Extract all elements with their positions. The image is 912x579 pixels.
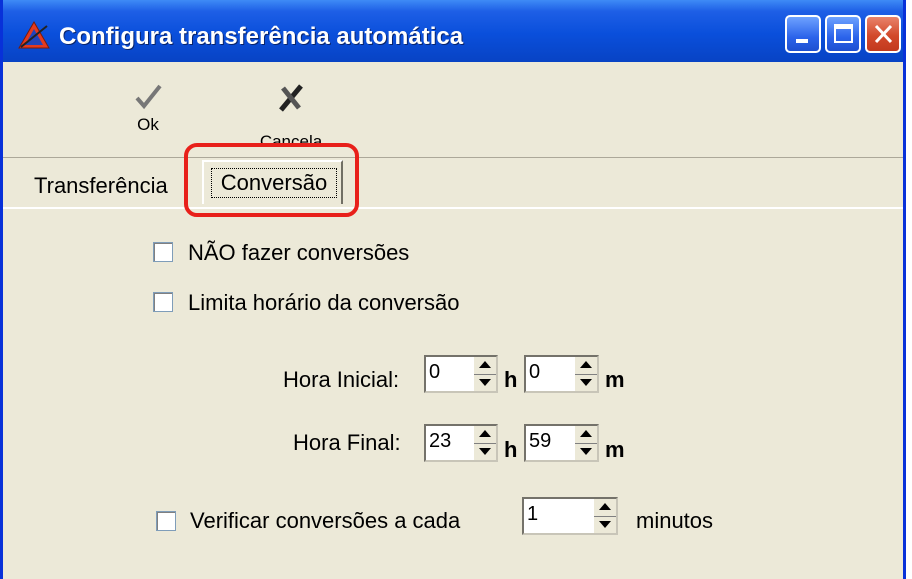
end-minute-spin-buttons[interactable] — [574, 426, 597, 460]
maximize-icon — [834, 24, 853, 43]
start-hour-unit: h — [504, 367, 518, 392]
close-icon — [874, 24, 893, 44]
start-minute-value: 0 — [529, 361, 541, 383]
minimize-button[interactable] — [785, 15, 821, 53]
arrow-up-icon — [479, 361, 491, 368]
no-conversions-label: NÃO fazer conversões — [188, 240, 410, 265]
cancel-x-icon — [279, 84, 303, 112]
start-hour-label: Hora Inicial: — [283, 367, 400, 392]
cancel-button[interactable]: Cancela — [246, 82, 336, 150]
start-hour-spinner[interactable]: 0 — [424, 355, 498, 393]
start-hour-value: 0 — [429, 361, 441, 383]
arrow-down-icon — [599, 521, 611, 528]
arrow-down-icon — [580, 448, 592, 455]
end-hour-unit: h — [504, 437, 518, 462]
title-bar[interactable]: Configura transferência automática — [3, 0, 903, 62]
ok-button[interactable]: Ok — [123, 82, 173, 135]
tab-transferencia[interactable]: Transferência — [34, 173, 168, 199]
dialog-window: Configura transferência automática Ok Ca… — [0, 0, 906, 579]
limit-schedule-label: Limita horário da conversão — [188, 290, 460, 315]
maximize-button[interactable] — [825, 15, 861, 53]
verify-label: Verificar conversões a cada — [190, 508, 461, 533]
arrow-up-icon — [580, 361, 592, 368]
verify-interval-value: 1 — [527, 503, 539, 525]
limit-schedule-checkbox[interactable] — [153, 292, 173, 312]
highlight-annotation — [184, 143, 359, 217]
end-minute-value: 59 — [529, 430, 552, 452]
end-hour-spinner[interactable]: 23 — [424, 424, 498, 462]
verify-unit-label: minutos — [636, 508, 714, 533]
start-minute-unit: m — [605, 367, 625, 392]
arrow-up-icon — [580, 430, 592, 437]
end-hour-value: 23 — [429, 430, 452, 452]
verify-checkbox[interactable] — [156, 511, 176, 531]
toolbar: Ok Cancela — [3, 62, 903, 158]
end-minute-spinner[interactable]: 59 — [524, 424, 599, 462]
no-conversions-checkbox[interactable] — [153, 242, 173, 262]
tab-strip: Transferência Conversão — [3, 157, 903, 209]
ok-label: Ok — [137, 115, 159, 134]
checkmark-icon — [135, 84, 162, 110]
start-minute-spinner[interactable]: 0 — [524, 355, 599, 393]
arrow-down-icon — [479, 448, 491, 455]
arrow-down-icon — [580, 379, 592, 386]
end-hour-label: Hora Final: — [293, 430, 401, 455]
arrow-down-icon — [479, 379, 491, 386]
arrow-up-icon — [599, 503, 611, 510]
verify-interval-spin-buttons[interactable] — [593, 499, 616, 533]
verify-interval-spinner[interactable]: 1 — [522, 497, 618, 535]
close-button[interactable] — [865, 15, 901, 53]
end-hour-spin-buttons[interactable] — [473, 426, 496, 460]
minimize-icon — [796, 39, 808, 43]
start-hour-spin-buttons[interactable] — [473, 357, 496, 391]
window-title: Configura transferência automática — [59, 23, 464, 50]
end-minute-unit: m — [605, 437, 625, 462]
start-minute-spin-buttons[interactable] — [574, 357, 597, 391]
app-icon — [18, 20, 50, 49]
arrow-up-icon — [479, 430, 491, 437]
